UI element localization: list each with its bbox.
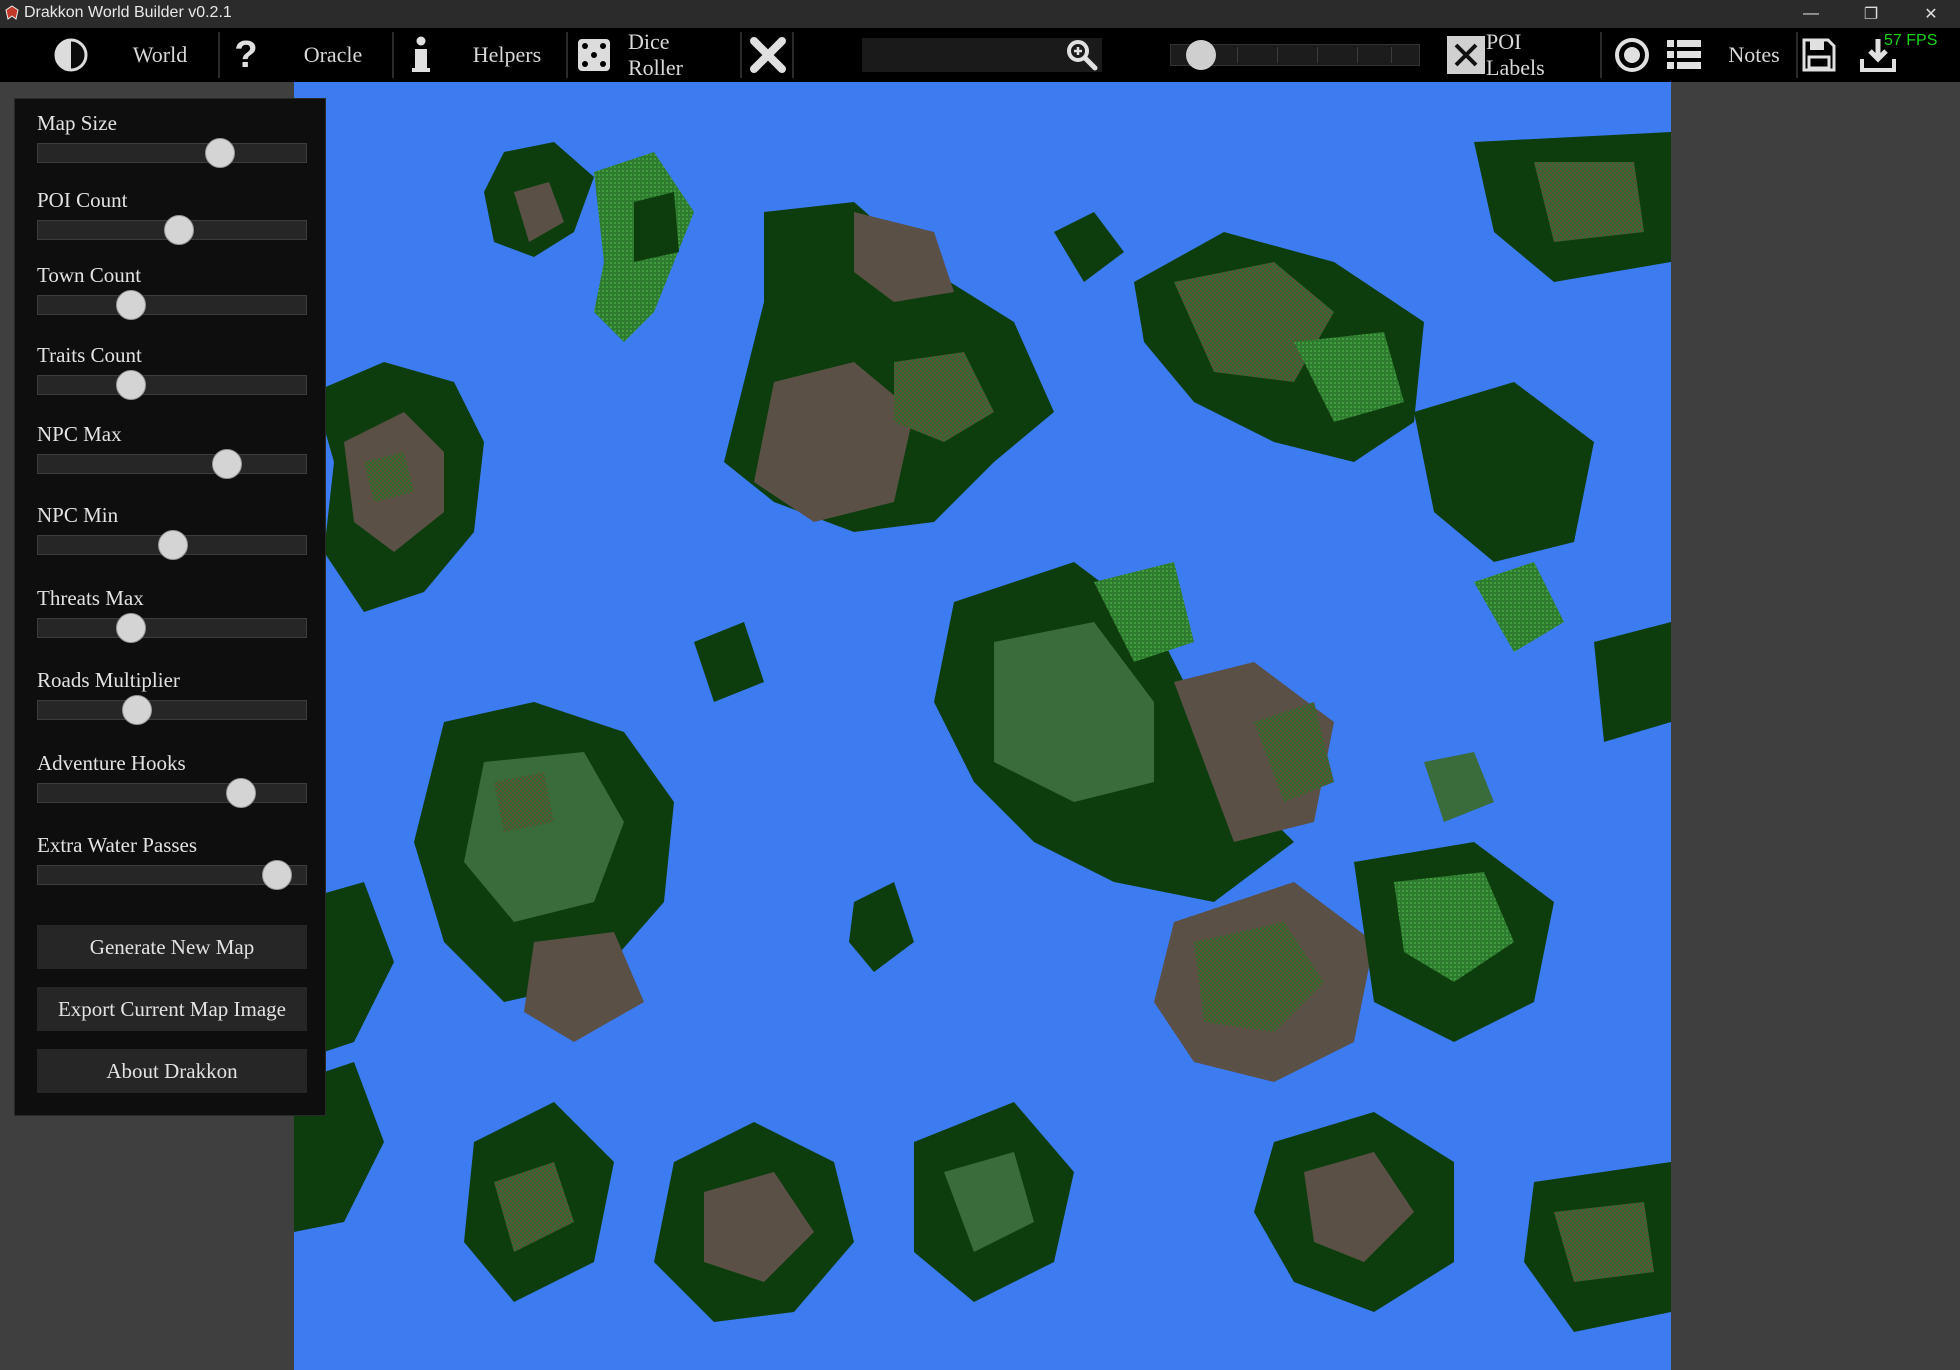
zoom-slider-thumb[interactable] bbox=[1186, 40, 1216, 70]
npc-max-slider[interactable] bbox=[37, 454, 307, 474]
toolbar: World ? Oracle Helpers Dice Roller POI L… bbox=[0, 28, 1960, 82]
close-panel-button[interactable] bbox=[748, 28, 788, 82]
poi-count-label: POI Count bbox=[37, 188, 128, 212]
npc-max-slider-thumb[interactable] bbox=[212, 449, 242, 479]
toolbar-divider bbox=[792, 32, 794, 78]
half-circle-icon bbox=[54, 38, 88, 72]
town-count-slider-thumb[interactable] bbox=[116, 290, 146, 320]
generate-new-map-button[interactable]: Generate New Map bbox=[37, 925, 307, 969]
minimize-icon: — bbox=[1803, 5, 1819, 22]
search-icon[interactable] bbox=[1066, 39, 1098, 71]
map-size-slider[interactable] bbox=[37, 143, 307, 163]
toolbar-divider bbox=[392, 32, 394, 78]
roads-multiplier-slider-thumb[interactable] bbox=[122, 695, 152, 725]
threats-max-slider[interactable] bbox=[37, 618, 307, 638]
toolbar-divider bbox=[566, 32, 568, 78]
poi-labels-checkbox[interactable] bbox=[1447, 36, 1485, 74]
threats-max-slider-thumb[interactable] bbox=[116, 613, 146, 643]
map-size-label: Map Size bbox=[37, 111, 117, 135]
generator-settings-panel: Map Size POI Count Town Count Traits Cou… bbox=[14, 98, 326, 1116]
list-icon bbox=[1667, 40, 1701, 69]
target-icon bbox=[1615, 38, 1649, 72]
toolbar-divider bbox=[218, 32, 220, 78]
oracle-help-button[interactable]: ? bbox=[228, 28, 264, 82]
npc-min-label: NPC Min bbox=[37, 503, 119, 527]
minimize-button[interactable]: — bbox=[1788, 0, 1834, 28]
app-icon bbox=[5, 5, 19, 20]
helpers-tab[interactable]: Helpers bbox=[464, 28, 550, 82]
about-drakkon-button[interactable]: About Drakkon bbox=[37, 1049, 307, 1093]
restore-button[interactable]: ❐ bbox=[1848, 0, 1894, 28]
title-bar: Drakkon World Builder v0.2.1 — ❐ ✕ bbox=[0, 0, 1960, 28]
close-window-button[interactable]: ✕ bbox=[1908, 0, 1954, 28]
traits-count-label: Traits Count bbox=[37, 343, 142, 367]
export-map-image-button[interactable]: Export Current Map Image bbox=[37, 987, 307, 1031]
info-icon bbox=[412, 36, 430, 72]
oracle-tab[interactable]: Oracle bbox=[290, 28, 376, 82]
traits-count-slider[interactable] bbox=[37, 375, 307, 395]
world-map[interactable] bbox=[294, 82, 1671, 1370]
toolbar-divider bbox=[740, 32, 742, 78]
threats-max-label: Threats Max bbox=[37, 586, 144, 610]
town-count-slider[interactable] bbox=[37, 295, 307, 315]
roads-multiplier-label: Roads Multiplier bbox=[37, 668, 180, 692]
toolbar-divider bbox=[1600, 32, 1602, 78]
question-mark-icon: ? bbox=[234, 33, 258, 76]
save-button[interactable] bbox=[1798, 28, 1840, 82]
close-x-icon bbox=[750, 37, 786, 73]
poi-count-slider-thumb[interactable] bbox=[164, 215, 194, 245]
adventure-hooks-label: Adventure Hooks bbox=[37, 751, 186, 775]
map-size-slider-thumb[interactable] bbox=[205, 138, 235, 168]
dice-roller-tab[interactable]: Dice Roller bbox=[628, 28, 730, 82]
close-icon: ✕ bbox=[1924, 6, 1938, 23]
extra-water-passes-slider-thumb[interactable] bbox=[262, 860, 292, 890]
npc-min-slider-thumb[interactable] bbox=[158, 530, 188, 560]
window-title: Drakkon World Builder v0.2.1 bbox=[24, 4, 232, 21]
adventure-hooks-slider-thumb[interactable] bbox=[226, 778, 256, 808]
theme-toggle-button[interactable] bbox=[48, 28, 94, 82]
poi-labels-label[interactable]: POI Labels bbox=[1486, 28, 1582, 82]
extra-water-passes-label: Extra Water Passes bbox=[37, 833, 198, 857]
map-terrain bbox=[294, 132, 1671, 1332]
traits-count-slider-thumb[interactable] bbox=[116, 370, 146, 400]
npc-max-label: NPC Max bbox=[37, 422, 122, 446]
restore-icon: ❐ bbox=[1863, 6, 1879, 23]
notes-tab[interactable]: Notes bbox=[1718, 28, 1790, 82]
roads-multiplier-slider[interactable] bbox=[37, 700, 307, 720]
target-button[interactable] bbox=[1610, 28, 1654, 82]
save-icon bbox=[1802, 38, 1836, 72]
checkbox-x-icon bbox=[1454, 43, 1478, 67]
list-button[interactable] bbox=[1664, 28, 1704, 82]
info-button[interactable] bbox=[404, 28, 438, 82]
fps-counter: 57 FPS bbox=[1884, 32, 1938, 49]
dice-button[interactable] bbox=[576, 28, 612, 82]
adventure-hooks-slider[interactable] bbox=[37, 783, 307, 803]
town-count-label: Town Count bbox=[37, 263, 142, 287]
world-tab[interactable]: World bbox=[118, 28, 202, 82]
dice-icon bbox=[578, 39, 610, 71]
